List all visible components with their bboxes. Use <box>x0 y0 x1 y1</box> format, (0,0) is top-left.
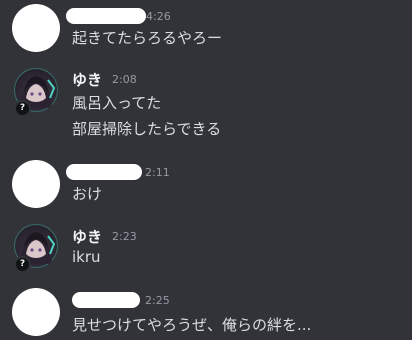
status-badge: ? <box>14 100 31 117</box>
avatar[interactable] <box>12 4 60 52</box>
redacted-username[interactable] <box>66 164 142 180</box>
message-text: 見せつけてやろうぜ、俺らの絆を... <box>72 316 312 334</box>
avatar[interactable] <box>12 160 60 208</box>
message-text: 部屋掃除したらできる <box>72 120 222 138</box>
redacted-username[interactable] <box>72 292 140 308</box>
redacted-username[interactable] <box>66 8 146 24</box>
message-group: ? ゆき 2:08 風呂入ってた 部屋掃除したらできる <box>0 62 412 152</box>
message-timestamp: 2:11 <box>145 166 170 179</box>
avatar[interactable] <box>12 288 60 336</box>
username[interactable]: ゆき <box>72 69 102 90</box>
message-text: ikru <box>72 248 101 266</box>
message-text: 起きてたらろるやろー <box>72 29 223 47</box>
message-timestamp: 2:23 <box>112 230 137 243</box>
message-timestamp: 4:26 <box>146 10 171 23</box>
status-badge: ? <box>14 256 31 273</box>
message-timestamp: 2:08 <box>112 73 137 86</box>
message-group: 2:11 おけ <box>0 158 412 214</box>
message-timestamp: 2:25 <box>145 294 170 307</box>
message-group: ? ゆき 2:23 ikru <box>0 220 412 280</box>
username[interactable]: ゆき <box>72 226 102 247</box>
message-text: おけ <box>72 185 103 203</box>
chat-message-list: 4:26 起きてたらろるやろー ? ゆき 2:08 風呂入ってた 部屋掃除したら… <box>0 0 412 340</box>
message-group: 4:26 起きてたらろるやろー <box>0 0 412 60</box>
message-group: 2:25 見せつけてやろうぜ、俺らの絆を... <box>0 284 412 340</box>
message-text: 風呂入ってた <box>72 94 162 112</box>
